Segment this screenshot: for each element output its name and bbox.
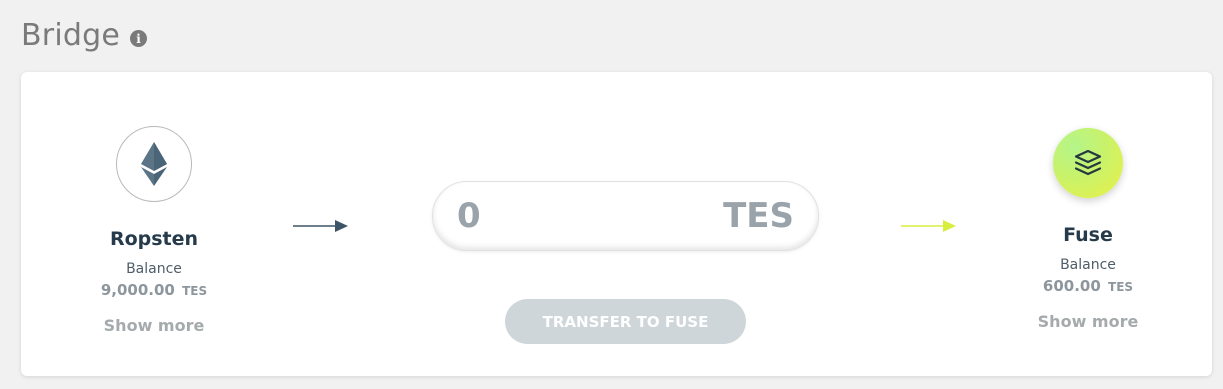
source-balance-unit: TES — [182, 284, 208, 298]
destination-network: Fuse Balance 600.00 TES Show more — [978, 126, 1198, 331]
source-balance: 9,000.00 TES — [44, 281, 264, 299]
destination-network-name: Fuse — [1063, 224, 1113, 246]
transfer-button[interactable]: TRANSFER TO FUSE — [505, 299, 746, 344]
destination-balance-label: Balance — [1060, 257, 1116, 273]
amount-input[interactable]: 0 TES — [432, 181, 819, 251]
bridge-card: Ropsten Balance 9,000.00 TES Show more 0… — [21, 72, 1212, 376]
source-network: Ropsten Balance 9,000.00 TES Show more — [44, 126, 264, 335]
source-network-name: Ropsten — [109, 228, 199, 250]
amount-unit: TES — [723, 196, 794, 236]
source-balance-value: 9,000.00 — [100, 281, 175, 299]
ethereum-icon — [116, 126, 192, 202]
page-title: Bridge — [21, 18, 120, 53]
destination-show-more-link[interactable]: Show more — [978, 312, 1198, 331]
destination-balance-value: 600.00 — [1042, 277, 1101, 295]
source-show-more-link[interactable]: Show more — [44, 316, 264, 335]
header: Bridge i — [21, 18, 147, 53]
right-arrow-icon — [901, 218, 957, 238]
destination-balance: 600.00 TES — [978, 277, 1198, 295]
amount-value[interactable]: 0 — [457, 196, 481, 236]
left-arrow-icon — [293, 218, 349, 238]
source-balance-label: Balance — [126, 261, 182, 277]
info-icon[interactable]: i — [130, 30, 147, 47]
fuse-layers-icon — [1053, 128, 1123, 198]
destination-balance-unit: TES — [1108, 280, 1134, 294]
